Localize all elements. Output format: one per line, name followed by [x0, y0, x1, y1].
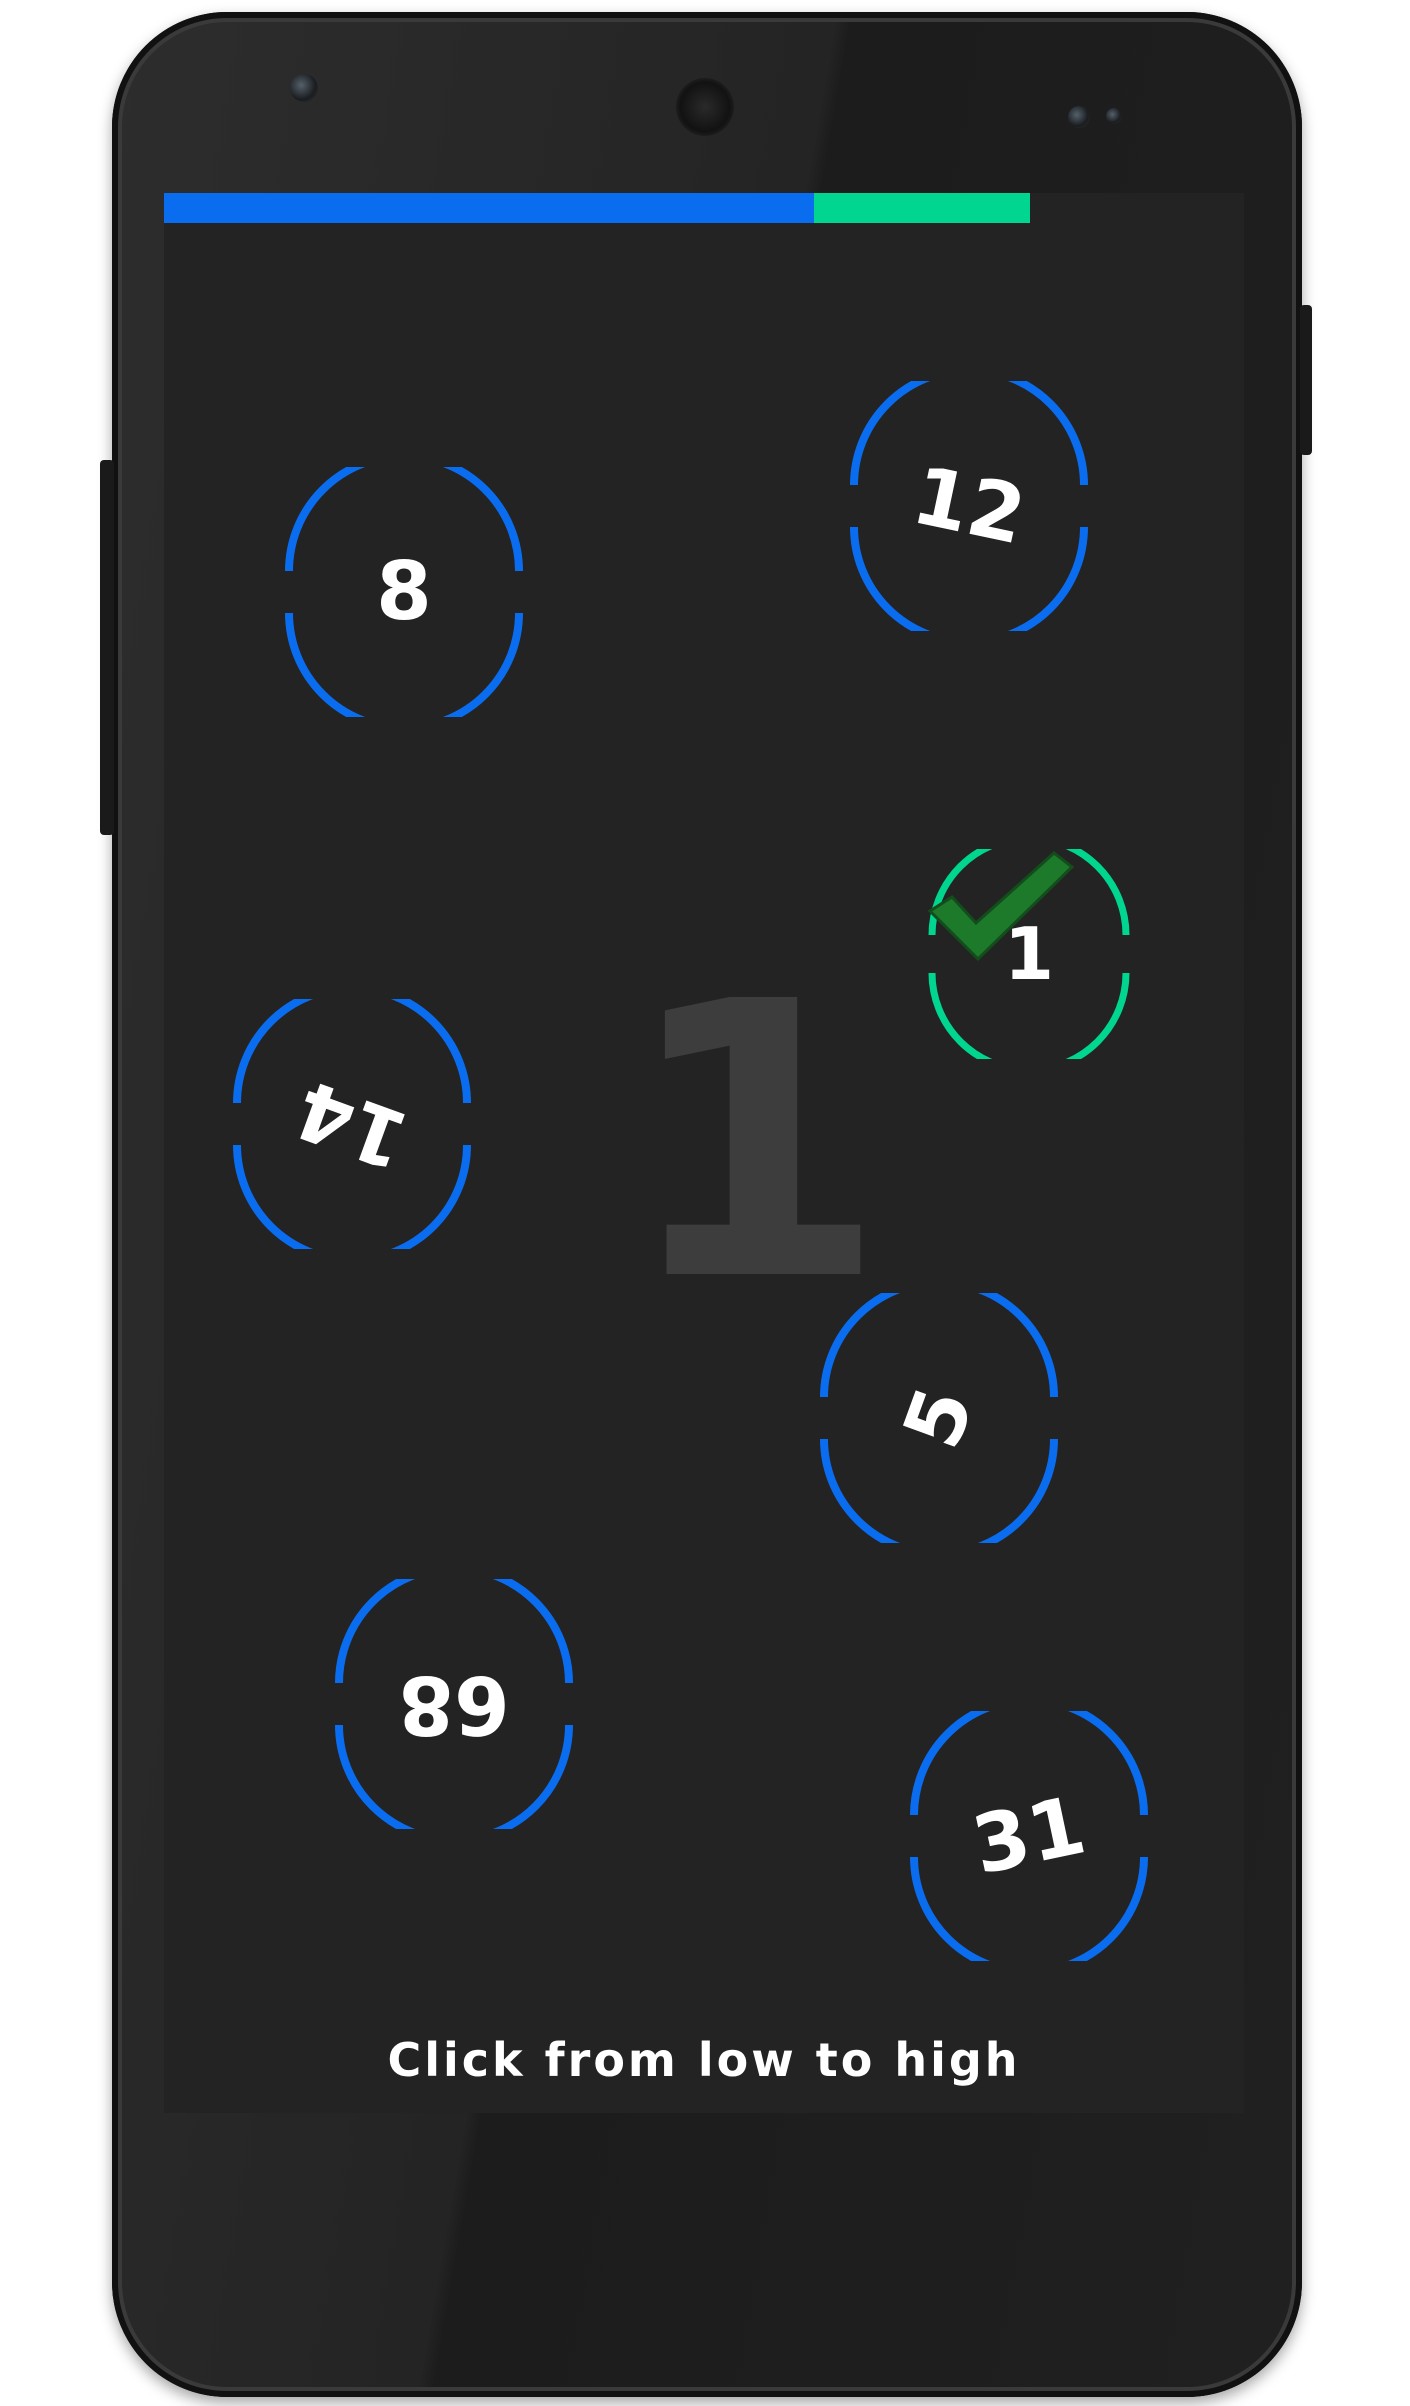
- sensor-icon: [1068, 106, 1090, 128]
- number-ball[interactable]: 14: [227, 999, 477, 1249]
- ball-number: 31: [964, 1778, 1094, 1893]
- instruction-text: Click from low to high: [387, 2033, 1021, 2087]
- volume-button: [100, 460, 114, 835]
- earpiece-speaker: [676, 78, 734, 136]
- progress-bar: [164, 193, 1030, 223]
- ball-number: 8: [376, 545, 432, 638]
- front-camera-icon: [290, 74, 318, 102]
- number-ball[interactable]: 8: [279, 467, 529, 717]
- power-button: [1300, 305, 1312, 455]
- progress-fill: [164, 193, 814, 223]
- number-ball[interactable]: 68: [329, 1579, 579, 1829]
- number-ball-done[interactable]: 1: [924, 849, 1134, 1059]
- game-screen: 1 8 12 1 14 5 68 31 Click from low to hi…: [164, 193, 1244, 2113]
- number-ball[interactable]: 31: [904, 1711, 1154, 1961]
- number-ball[interactable]: 12: [844, 381, 1094, 631]
- ball-number: 68: [398, 1658, 510, 1751]
- ball-number: 12: [904, 448, 1034, 563]
- progress-remaining: [813, 193, 1030, 223]
- current-target-number: 1: [622, 921, 887, 1364]
- sensor-icon: [1106, 108, 1122, 124]
- ball-number: 1: [1003, 912, 1055, 996]
- number-ball[interactable]: 5: [814, 1293, 1064, 1543]
